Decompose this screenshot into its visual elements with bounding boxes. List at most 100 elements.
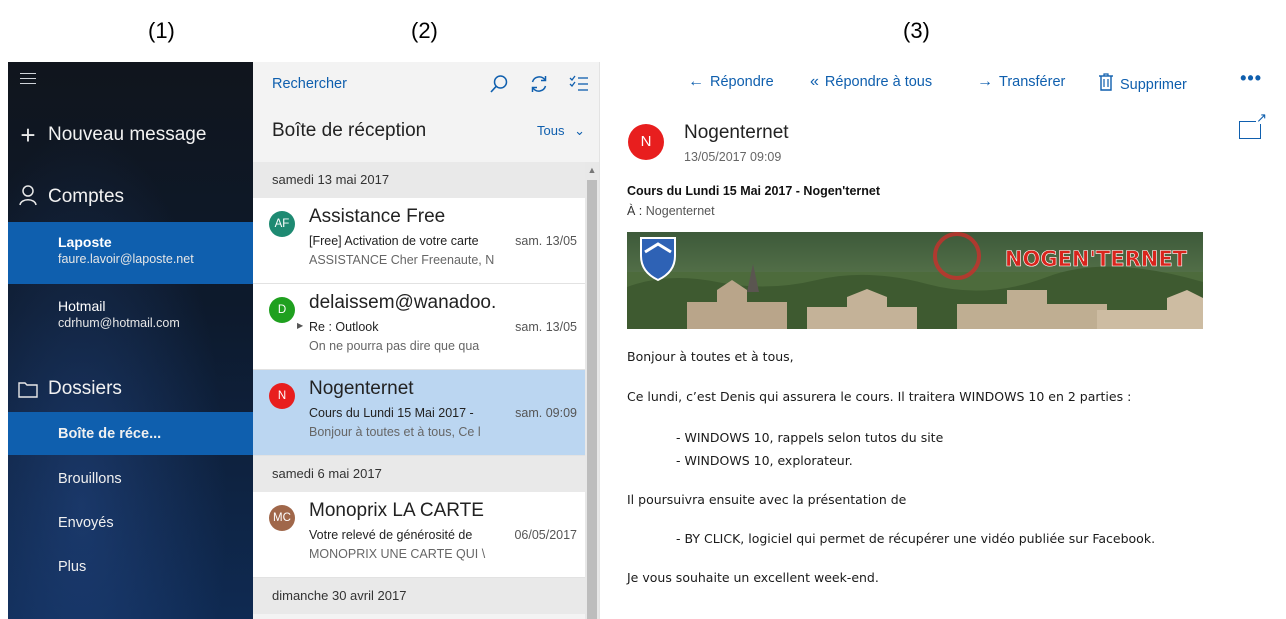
reply-arrow-icon: ←: [688, 73, 704, 90]
message-date: sam. 13/05: [515, 234, 577, 248]
sender-avatar: MC: [269, 505, 295, 531]
forward-button[interactable]: → Transférer: [977, 73, 1065, 91]
filter-label: Tous: [537, 123, 565, 138]
account-name: Hotmail: [58, 298, 106, 314]
folders-heading-label: Dossiers: [48, 378, 122, 399]
inbox-title: Boîte de réception: [272, 120, 427, 141]
message-item-selected[interactable]: N Nogenternet Cours du Lundi 15 Mai 2017…: [253, 370, 585, 456]
accounts-heading-label: Comptes: [48, 186, 125, 207]
reply-button[interactable]: ← Répondre: [688, 73, 774, 91]
message-subject: [Free] Activation de votre carte: [309, 234, 479, 248]
newsletter-banner-image: NOGEN'TERNET: [627, 232, 1203, 329]
reply-all-arrow-icon: «: [810, 73, 819, 90]
sender-avatar: D: [269, 297, 295, 323]
pane-label-1: (1): [148, 18, 175, 43]
body-list-item: - BY CLICK, logiciel qui permet de récup…: [676, 531, 1156, 546]
accounts-heading[interactable]: Comptes: [8, 180, 253, 214]
folder-inbox[interactable]: Boîte de réce...: [8, 412, 253, 455]
reply-all-label: Répondre à tous: [824, 74, 933, 90]
folder-icon: [8, 374, 48, 405]
message-preview: ASSISTANCE Cher Freenaute, N: [309, 253, 495, 267]
reading-pane: ← Répondre « Répondre à tous → Transfére…: [600, 62, 1286, 619]
message-preview: Bonjour à toutes et à tous, Ce l: [309, 425, 481, 439]
navigation-pane: + Nouveau message Comptes Laposte faure.…: [8, 62, 253, 619]
body-greeting: Bonjour à toutes et à tous,: [627, 349, 794, 364]
chevron-down-icon: ⌄: [574, 123, 585, 138]
pane-labels: (1) (2) (3): [0, 0, 1286, 62]
body-list-item: - WINDOWS 10, explorateur.: [676, 453, 853, 468]
person-icon: [8, 182, 48, 213]
reply-label: Répondre: [710, 74, 774, 90]
hamburger-menu-icon[interactable]: [20, 73, 36, 85]
open-in-new-window-icon[interactable]: [1239, 111, 1267, 139]
date-group-header: samedi 13 mai 2017: [253, 162, 585, 198]
new-message-button[interactable]: + Nouveau message: [8, 118, 253, 152]
date-group-header: samedi 6 mai 2017: [253, 456, 585, 492]
message-item[interactable]: AF Assistance Free [Free] Activation de …: [253, 198, 585, 284]
selection-mode-icon[interactable]: [559, 62, 599, 106]
recipient-name[interactable]: Nogenternet: [646, 204, 715, 218]
pane-label-2: (2): [411, 18, 438, 43]
message-toolbar: ← Répondre « Répondre à tous → Transfére…: [600, 62, 1286, 102]
message-datetime: 13/05/2017 09:09: [684, 150, 782, 164]
search-icon[interactable]: [479, 62, 519, 106]
date-group-header: dimanche 30 avril 2017: [253, 578, 585, 614]
search-input[interactable]: Rechercher: [272, 76, 479, 92]
sender-avatar: AF: [269, 211, 295, 237]
folder-sent[interactable]: Envoyés: [8, 501, 253, 544]
account-laposte[interactable]: Laposte faure.lavoir@laposte.net: [8, 222, 253, 284]
scrollbar[interactable]: ▲: [585, 162, 599, 619]
forward-label: Transférer: [999, 74, 1066, 90]
pane-label-3: (3): [903, 18, 930, 43]
message-list: samedi 13 mai 2017 AF Assistance Free [F…: [253, 162, 585, 614]
forward-arrow-icon: →: [977, 73, 993, 90]
more-options-icon[interactable]: •••: [1240, 68, 1262, 89]
folder-more[interactable]: Plus: [8, 545, 253, 588]
plus-icon: +: [20, 119, 36, 150]
message-sender: Monoprix LA CARTE: [309, 500, 484, 521]
trash-icon: [1098, 73, 1114, 96]
account-hotmail[interactable]: Hotmail cdrhum@hotmail.com: [8, 284, 253, 346]
sender-avatar: N: [628, 124, 664, 160]
message-preview: MONOPRIX UNE CARTE QUI \: [309, 547, 486, 561]
message-sender: Nogenternet: [309, 378, 414, 399]
account-name: Laposte: [58, 234, 112, 250]
message-subject: Cours du Lundi 15 Mai 2017 - Nogen'terne…: [627, 184, 881, 198]
search-bar: Rechercher: [253, 62, 599, 106]
inbox-header: Boîte de réception Tous ⌄: [272, 120, 585, 142]
delete-label: Supprimer: [1120, 76, 1187, 93]
body-list-item: - WINDOWS 10, rappels selon tutos du sit…: [676, 430, 944, 445]
sync-icon[interactable]: [519, 62, 559, 106]
sender-avatar: N: [269, 383, 295, 409]
expand-thread-icon[interactable]: ▶: [297, 321, 303, 330]
body-closing: Je vous souhaite un excellent week-end.: [627, 570, 879, 585]
banner-text: NOGEN'TERNET: [1005, 247, 1188, 271]
message-subject: Re : Outlook: [309, 320, 379, 334]
message-sender: delaissem@wanadoo.: [309, 292, 497, 313]
message-preview: On ne pourra pas dire que qua: [309, 339, 480, 353]
delete-button[interactable]: Supprimer: [1098, 73, 1187, 96]
recipient-line: À : Nogenternet: [627, 204, 715, 218]
message-item[interactable]: D delaissem@wanadoo. ▶ Re : Outlook sam.…: [253, 284, 585, 370]
message-date: sam. 13/05: [515, 320, 577, 334]
new-message-label: Nouveau message: [48, 124, 207, 145]
folders-heading[interactable]: Dossiers: [8, 372, 253, 406]
scroll-up-arrow-icon[interactable]: ▲: [585, 162, 599, 178]
folder-drafts[interactable]: Brouillons: [8, 457, 253, 500]
filter-dropdown[interactable]: Tous ⌄: [537, 123, 585, 139]
to-label: À :: [627, 204, 643, 218]
body-paragraph: Il poursuivra ensuite avec la présentati…: [627, 492, 907, 507]
message-sender: Assistance Free: [309, 206, 446, 227]
message-item[interactable]: MC Monoprix LA CARTE Votre relevé de gén…: [253, 492, 585, 578]
message-subject: Votre relevé de générosité de: [309, 528, 473, 542]
account-email: cdrhum@hotmail.com: [58, 316, 180, 330]
message-date: sam. 09:09: [515, 406, 577, 420]
reply-all-button[interactable]: « Répondre à tous: [810, 73, 932, 91]
scrollbar-thumb[interactable]: [587, 180, 597, 619]
message-date: 06/05/2017: [514, 528, 577, 542]
mail-app: + Nouveau message Comptes Laposte faure.…: [8, 62, 1286, 619]
sender-name[interactable]: Nogenternet: [684, 122, 789, 144]
message-subject: Cours du Lundi 15 Mai 2017 -: [309, 406, 474, 420]
message-list-pane: Rechercher Boîte de réception Tous ⌄ sam…: [253, 62, 600, 619]
body-paragraph: Ce lundi, c’est Denis qui assurera le co…: [627, 389, 1132, 404]
